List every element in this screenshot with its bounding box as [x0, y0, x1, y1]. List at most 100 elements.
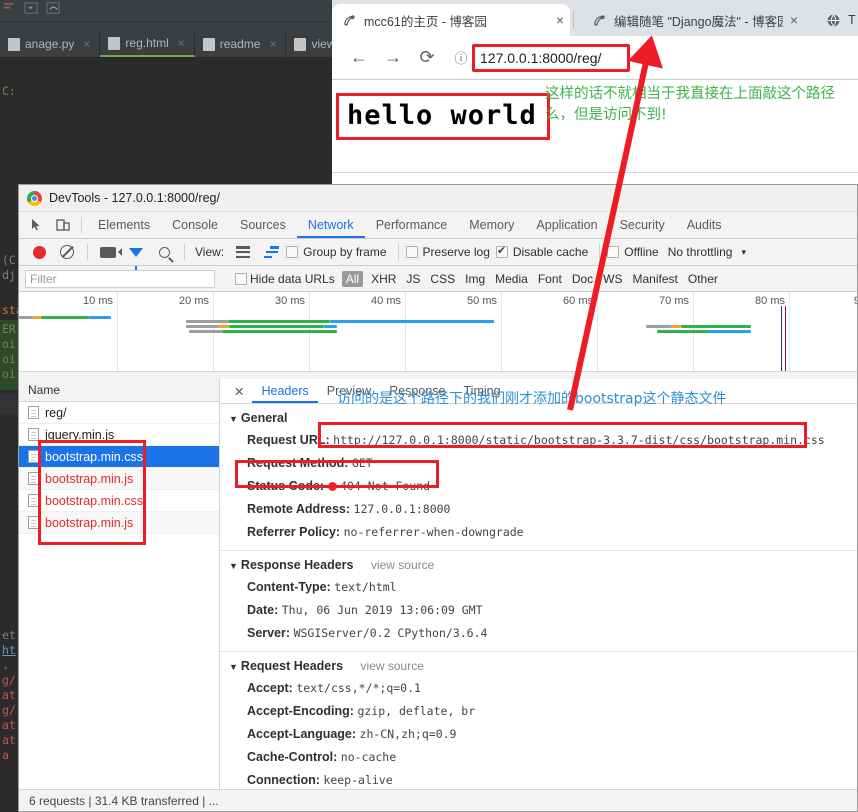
close-icon[interactable]: ×	[790, 13, 798, 27]
disable-cache-checkbox[interactable]	[495, 244, 508, 258]
table-row[interactable]: bootstrap.min.js	[19, 468, 219, 490]
filter-type-media[interactable]: Media	[490, 272, 533, 286]
search-icon[interactable]	[151, 240, 177, 264]
tab-separator	[573, 11, 574, 28]
tab-console[interactable]: Console	[161, 212, 229, 238]
capture-screenshots-icon[interactable]	[95, 240, 122, 264]
view-source-link[interactable]: view source	[371, 558, 434, 572]
close-icon[interactable]: ×	[83, 37, 90, 51]
request-name: jquery.min.js	[45, 427, 115, 442]
console-link[interactable]: ht	[0, 643, 16, 658]
site-info-icon[interactable]: ⓘ	[450, 48, 472, 67]
filter-type-img[interactable]: Img	[460, 272, 490, 286]
response-headers-title[interactable]: ▼ Response Headers view source	[220, 551, 857, 576]
header-row: Accept: text/css,*/*;q=0.1	[220, 677, 857, 700]
close-icon[interactable]: ✕	[226, 384, 252, 399]
table-row[interactable]: bootstrap.min.js	[19, 512, 219, 534]
debug-icon[interactable]	[24, 2, 39, 15]
filter-input[interactable]: Filter	[25, 269, 215, 288]
waterfall-view-icon[interactable]	[258, 240, 284, 264]
tab-application[interactable]: Application	[525, 212, 608, 238]
group-by-frame-checkbox[interactable]	[286, 246, 299, 258]
devtools-window: DevTools - 127.0.0.1:8000/reg/ Elements …	[18, 184, 858, 812]
table-row[interactable]: bootstrap.min.css	[19, 490, 219, 512]
python-file-icon	[8, 37, 20, 51]
device-toolbar-icon[interactable]	[50, 213, 76, 237]
offline-checkbox[interactable]	[607, 246, 620, 258]
request-list[interactable]: Name reg/ jquery.min.js bootstrap.min.cs…	[19, 379, 220, 811]
ide-tab-reg-html[interactable]: reg.html ×	[100, 31, 195, 57]
close-icon[interactable]: ×	[178, 36, 185, 50]
tab-audits[interactable]: Audits	[676, 212, 733, 238]
filter-type-xhr[interactable]: XHR	[366, 272, 401, 286]
tab-security[interactable]: Security	[609, 212, 676, 238]
disable-cache-label: Disable cache	[512, 245, 589, 259]
close-icon[interactable]: ×	[269, 37, 276, 51]
tab-sources[interactable]: Sources	[229, 212, 297, 238]
browser-tab-3[interactable]: T	[816, 4, 858, 36]
list-view-icon[interactable]	[230, 240, 256, 264]
console-line: a	[2, 748, 9, 762]
tab-response[interactable]: Response	[380, 379, 454, 403]
document-icon	[28, 450, 39, 463]
tab-performance[interactable]: Performance	[365, 212, 459, 238]
request-method-value: GET	[351, 456, 373, 470]
header-row: Accept-Encoding: gzip, deflate, br	[220, 700, 857, 723]
inspect-element-icon[interactable]	[24, 213, 50, 237]
divider	[184, 244, 185, 260]
remote-address-value: 127.0.0.1:8000	[353, 502, 451, 516]
reload-button[interactable]: ⟳	[412, 43, 442, 73]
filter-type-other[interactable]: Other	[683, 272, 723, 286]
header-key: Accept:	[247, 681, 293, 695]
console-line: ER	[2, 322, 16, 336]
console-line: at	[2, 718, 16, 732]
header-row: Accept-Language: zh-CN,zh;q=0.9	[220, 723, 857, 746]
screenshot-root: anage.py × reg.html × readme × views. C:	[0, 0, 858, 812]
page-heading: hello world	[347, 100, 537, 131]
ide-tab-manage-py[interactable]: anage.py ×	[0, 31, 101, 57]
clear-button[interactable]	[54, 240, 80, 264]
tab-memory[interactable]: Memory	[458, 212, 525, 238]
request-headers-title[interactable]: ▼ Request Headers view source	[220, 652, 857, 677]
browser-tab-2[interactable]: 编辑随笔 "Django魔法" - 博客园 ×	[582, 4, 804, 36]
filter-type-ws[interactable]: WS	[598, 272, 627, 286]
timeline-tick: 80 ms	[755, 295, 789, 307]
hide-data-urls-checkbox[interactable]	[235, 272, 247, 285]
address-bar[interactable]: 127.0.0.1:8000/reg/	[472, 43, 631, 72]
filter-type-all[interactable]: All	[341, 270, 364, 287]
close-icon[interactable]: ×	[556, 13, 564, 27]
document-icon	[28, 428, 39, 441]
tab-timing[interactable]: Timing	[455, 379, 510, 403]
document-icon	[28, 406, 39, 419]
filter-type-doc[interactable]: Doc	[567, 272, 598, 286]
tab-preview[interactable]: Preview	[318, 379, 380, 403]
filter-type-manifest[interactable]: Manifest	[628, 272, 683, 286]
devtools-window-title: DevTools - 127.0.0.1:8000/reg/	[49, 191, 220, 205]
tab-network[interactable]: Network	[296, 212, 365, 238]
filter-icon[interactable]	[123, 240, 149, 270]
preserve-log-checkbox[interactable]	[405, 246, 418, 258]
chevron-down-icon[interactable]: ▾	[741, 247, 746, 258]
filter-type-js[interactable]: JS	[401, 272, 425, 286]
tab-elements[interactable]: Elements	[87, 212, 161, 238]
record-button[interactable]	[26, 240, 52, 264]
filter-type-font[interactable]: Font	[533, 272, 567, 286]
throttling-select[interactable]: No throttling	[668, 245, 733, 259]
network-overview-timeline[interactable]: 10 ms 20 ms 30 ms 40 ms 50 ms 60 ms 70 m…	[19, 292, 857, 372]
table-row[interactable]: reg/	[19, 402, 219, 424]
request-name: bootstrap.min.css	[45, 493, 143, 508]
table-row[interactable]: bootstrap.min.css	[19, 446, 219, 468]
chrome-logo-icon	[27, 190, 42, 206]
forward-button[interactable]: →	[378, 43, 408, 73]
run-icon[interactable]	[2, 2, 17, 15]
refresh-icon[interactable]	[46, 2, 61, 15]
back-button[interactable]: ←	[344, 43, 374, 73]
collapse-arrow-icon: ▼	[229, 414, 238, 424]
ide-tab-readme[interactable]: readme ×	[195, 31, 287, 57]
general-section-title[interactable]: ▼ General	[220, 404, 857, 429]
table-row[interactable]: jquery.min.js	[19, 424, 219, 446]
tab-headers[interactable]: Headers	[252, 379, 318, 403]
view-source-link[interactable]: view source	[361, 659, 424, 673]
browser-tab-1[interactable]: mcc61的主页 - 博客园 ×	[332, 4, 570, 36]
filter-type-css[interactable]: CSS	[425, 272, 460, 286]
